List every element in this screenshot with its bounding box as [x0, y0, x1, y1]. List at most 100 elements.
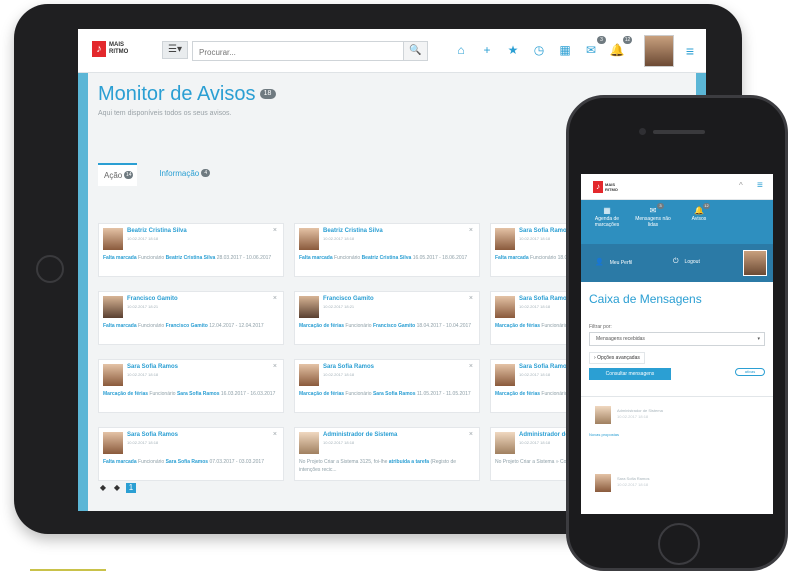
close-icon[interactable]: ×	[273, 295, 277, 302]
search-input[interactable]	[193, 43, 393, 62]
message-link[interactable]: Novas propostas	[589, 432, 619, 437]
card-sender[interactable]: Beatriz Cristina Silva	[127, 228, 187, 234]
close-icon[interactable]: ×	[469, 295, 473, 302]
phone-user-avatar[interactable]	[743, 250, 767, 276]
card-text-pre: Funcionário	[138, 323, 165, 329]
card-text-pre: Funcionário	[345, 391, 372, 397]
avatar	[103, 228, 123, 250]
chevron-up-icon[interactable]: ^	[739, 181, 743, 190]
card-text-pre: Funcionário	[138, 255, 165, 261]
card-type: Marcação de férias	[495, 323, 541, 329]
close-icon[interactable]: ×	[273, 363, 277, 370]
message-sender: Sara Sofia Ramos	[617, 476, 650, 481]
advanced-options-button[interactable]: › Opções avançadas	[589, 352, 645, 364]
card-sender[interactable]: Sara Sofia Ramos	[519, 228, 570, 234]
avatar	[299, 296, 319, 318]
calendar-icon: ▦	[603, 206, 611, 215]
notice-card[interactable]: Administrador de Sistema 10.02.2017 18:18…	[294, 427, 480, 481]
card-person: Sara Sofia Ramos	[165, 459, 209, 465]
tab-informacao-badge: 4	[201, 169, 211, 177]
notice-card[interactable]: Beatriz Cristina Silva 10.02.2017 18:18 × F…	[98, 223, 284, 277]
notice-card[interactable]: Sara Sofia Ramos 10.02.2017 18:18 × Marcaçã…	[294, 359, 480, 413]
close-icon[interactable]: ×	[469, 363, 473, 370]
card-sender[interactable]: Sara Sofia Ramos	[127, 364, 178, 370]
card-text-pre: No Projeto Criar a Sistema 3125, foi-lhe	[299, 459, 388, 465]
nav-agenda-label: Agenda de marcações	[594, 216, 620, 228]
card-text-pre: Funcionário	[138, 459, 165, 465]
notice-card[interactable]: Sara Sofia Ramos 10.02.2017 18:18 × Falta m…	[98, 427, 284, 481]
nav-agenda[interactable]: ▦ Agenda de marcações	[589, 200, 625, 244]
avatar	[299, 432, 319, 454]
card-type: Marcação de férias	[103, 391, 149, 397]
close-icon[interactable]: ×	[469, 227, 473, 234]
phone-app-logo[interactable]: ♪ MAIS RITMO	[593, 181, 625, 193]
bell-icon[interactable]: 🔔 12	[608, 36, 632, 59]
pagination-control[interactable]: ◆	[98, 483, 108, 493]
nav-avisos[interactable]: 🔔 Avisos 12	[681, 200, 717, 244]
phone-topbar: ♪ MAIS RITMO ^ ≡	[581, 174, 773, 200]
close-icon[interactable]: ×	[469, 431, 473, 438]
close-icon[interactable]: ×	[273, 227, 277, 234]
tab-informacao-label: Informação	[159, 169, 200, 178]
calendar-icon[interactable]: ▦	[556, 41, 574, 59]
card-text-post: 28.03.2017 - 10.06.2017	[216, 255, 272, 261]
card-type: Falta marcada	[103, 323, 137, 329]
search-icon[interactable]: 🔍	[403, 42, 427, 60]
clock-icon[interactable]: ◷	[530, 41, 548, 59]
consult-messages-button[interactable]: Consultar mensagens	[589, 368, 671, 380]
card-sender[interactable]: Beatriz Cristina Silva	[323, 228, 383, 234]
active-toggle[interactable]: ativas	[735, 368, 765, 376]
logout-link-label: Logout	[684, 259, 700, 265]
bell-icon-glyph: 🔔	[609, 43, 625, 57]
messages-icon-glyph: ✉	[585, 43, 597, 57]
page-subtitle: Aqui tem disponíveis todos os seus aviso…	[98, 110, 232, 117]
app-logo[interactable]: ♪ MAIS RITMO	[92, 41, 135, 57]
tab-informacao[interactable]: Informação 4	[153, 163, 214, 186]
inbox-title: Caixa de Mensagens	[589, 292, 702, 306]
notice-card[interactable]: Sara Sofia Ramos 10.02.2017 18:18 × Marcaçã…	[98, 359, 284, 413]
card-sender[interactable]: Administrador de Sistema	[323, 432, 397, 438]
filter-select[interactable]: Mensagens recebidas ▾	[589, 332, 765, 346]
nav-mensagens[interactable]: ✉ Mensagens não lidas 3	[635, 200, 671, 244]
phone-logo-text: MAIS RITMO	[605, 182, 618, 192]
card-text: Falta marcada Funcionário Beatriz Cristi…	[103, 254, 281, 262]
card-date: 10.02.2017 18:18	[519, 304, 551, 309]
card-sender[interactable]: Sara Sofia Ramos	[519, 364, 570, 370]
chevron-down-icon: ▾	[757, 336, 760, 342]
card-sender[interactable]: Sara Sofia Ramos	[519, 296, 570, 302]
card-text: Marcação de férias Funcionário Sara Sofi…	[299, 390, 477, 398]
profile-link[interactable]: 👤 Meu Perfil	[595, 258, 632, 266]
card-type: Falta marcada	[103, 255, 137, 261]
card-type: Marcação de férias	[495, 391, 541, 397]
tab-acao[interactable]: Ação 14	[98, 163, 138, 186]
pagination-control[interactable]: ◆	[112, 483, 122, 493]
pagination-page[interactable]: 1	[126, 483, 136, 493]
filter-select-value: Mensagens recebidas	[596, 336, 645, 342]
phone-speaker	[653, 130, 705, 134]
phone-camera	[639, 128, 646, 135]
notice-card[interactable]: Francisco Gamito 10.02.2017 18:21 × Falta m…	[98, 291, 284, 345]
card-sender[interactable]: Francisco Gamito	[127, 296, 178, 302]
card-date: 10.02.2017 18:18	[323, 440, 355, 445]
user-avatar[interactable]	[644, 35, 674, 67]
messages-icon[interactable]: ✉ 3	[582, 36, 606, 59]
menu-toggle-button[interactable]: ☰▾	[162, 41, 188, 59]
notice-card[interactable]: Beatriz Cristina Silva 10.02.2017 18:18 × F…	[294, 223, 480, 277]
home-icon[interactable]: ⌂	[452, 41, 470, 59]
card-text-pre: Funcionário	[345, 323, 372, 329]
notice-card[interactable]: Francisco Gamito 10.02.2017 18:21 × Marcaçã…	[294, 291, 480, 345]
power-icon: ⏻	[673, 258, 679, 265]
card-text-post: 11.05.2017 - 11.05.2017	[416, 391, 471, 397]
star-icon[interactable]: ★	[504, 41, 522, 59]
hamburger-icon[interactable]: ≡	[682, 43, 698, 59]
card-sender[interactable]: Sara Sofia Ramos	[323, 364, 374, 370]
logout-link[interactable]: ⏻ Logout	[673, 258, 700, 266]
message-date: 10.02.2017 18:18	[617, 414, 649, 419]
card-sender[interactable]: Sara Sofia Ramos	[127, 432, 178, 438]
phone-hamburger-icon[interactable]: ≡	[757, 180, 763, 191]
card-type: Falta marcada	[495, 255, 529, 261]
card-sender[interactable]: Francisco Gamito	[323, 296, 374, 302]
card-date: 10.02.2017 18:18	[127, 236, 159, 241]
plus-icon[interactable]: +	[478, 41, 496, 59]
close-icon[interactable]: ×	[273, 431, 277, 438]
